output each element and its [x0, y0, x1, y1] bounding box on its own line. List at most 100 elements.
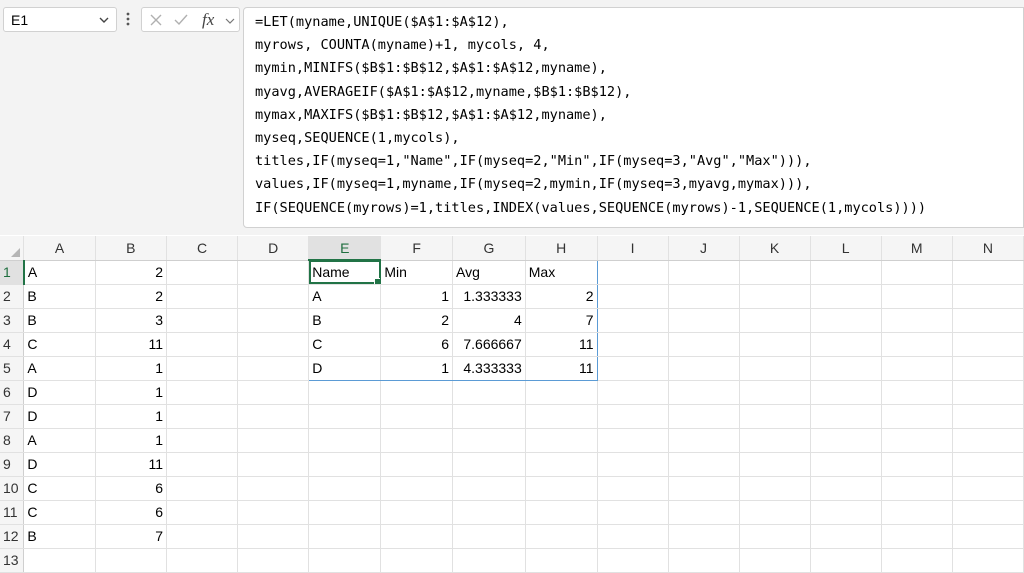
cell-g2[interactable]: 1.333333 — [452, 284, 526, 309]
insert-function-button[interactable]: fx — [202, 10, 214, 30]
cell-g4[interactable]: 7.666667 — [452, 332, 526, 357]
row-header-3[interactable]: 3 — [0, 308, 25, 333]
cell-a5[interactable]: A — [23, 356, 96, 381]
cell-f9[interactable] — [380, 452, 453, 477]
cell-e5[interactable]: D — [308, 356, 382, 381]
column-header-i[interactable]: I — [597, 236, 669, 261]
cell-m7[interactable] — [881, 404, 953, 429]
cell-b1[interactable]: 2 — [95, 260, 168, 285]
cell-m2[interactable] — [881, 284, 953, 309]
cell-a6[interactable]: D — [23, 380, 96, 405]
cell-i5[interactable] — [597, 356, 669, 381]
cell-l8[interactable] — [810, 428, 882, 453]
cell-f13[interactable] — [380, 548, 453, 573]
cell-i8[interactable] — [597, 428, 669, 453]
cell-g12[interactable] — [452, 524, 526, 549]
column-header-m[interactable]: M — [881, 236, 953, 261]
cell-d10[interactable] — [237, 476, 310, 501]
cell-m11[interactable] — [881, 500, 953, 525]
cell-f1[interactable]: Min — [380, 259, 453, 285]
cell-c12[interactable] — [166, 524, 239, 549]
cell-l10[interactable] — [810, 476, 882, 501]
chevron-down-icon[interactable] — [98, 14, 110, 26]
cell-l5[interactable] — [810, 356, 882, 381]
cell-k2[interactable] — [739, 284, 811, 309]
column-header-d[interactable]: D — [237, 236, 310, 261]
column-header-b[interactable]: B — [95, 236, 168, 261]
cell-e9[interactable] — [308, 452, 382, 477]
cell-c7[interactable] — [166, 404, 239, 429]
cell-f4[interactable]: 6 — [380, 332, 453, 357]
worksheet-grid[interactable]: ABCDEFGHIJKLMN 1 A 2 Name Min Avg Max 2 B 2 A 1 1.33… — [0, 236, 1024, 573]
cell-m4[interactable] — [881, 332, 953, 357]
cell-n6[interactable] — [952, 380, 1024, 405]
cell-a10[interactable]: C — [23, 476, 96, 501]
cell-j7[interactable] — [668, 404, 740, 429]
cell-d2[interactable] — [237, 284, 310, 309]
cell-g1[interactable]: Avg — [452, 259, 526, 285]
cell-b13[interactable] — [95, 548, 168, 573]
cell-a1[interactable]: A — [23, 260, 96, 285]
cell-e12[interactable] — [308, 524, 382, 549]
cell-b2[interactable]: 2 — [95, 284, 168, 309]
cell-e8[interactable] — [308, 428, 382, 453]
cell-n12[interactable] — [952, 524, 1024, 549]
cell-n9[interactable] — [952, 452, 1024, 477]
chevron-down-icon[interactable] — [225, 16, 235, 26]
cell-f12[interactable] — [380, 524, 453, 549]
cell-m8[interactable] — [881, 428, 953, 453]
cell-i4[interactable] — [597, 332, 669, 357]
column-header-g[interactable]: G — [452, 236, 526, 261]
cell-g3[interactable]: 4 — [452, 308, 526, 333]
cell-g7[interactable] — [452, 404, 526, 429]
cell-l13[interactable] — [810, 548, 882, 573]
row-header-1[interactable]: 1 — [0, 260, 25, 285]
cell-d9[interactable] — [237, 452, 310, 477]
row-header-5[interactable]: 5 — [0, 356, 25, 381]
cell-g11[interactable] — [452, 500, 526, 525]
row-header-13[interactable]: 13 — [0, 548, 25, 573]
cell-k12[interactable] — [739, 524, 811, 549]
cell-m1[interactable] — [881, 260, 953, 285]
cell-c13[interactable] — [166, 548, 239, 573]
cell-h9[interactable] — [525, 452, 598, 477]
cell-e1[interactable]: Name — [308, 259, 382, 285]
cell-c10[interactable] — [166, 476, 239, 501]
cell-n11[interactable] — [952, 500, 1024, 525]
cell-i7[interactable] — [597, 404, 669, 429]
cell-f11[interactable] — [380, 500, 453, 525]
cell-h8[interactable] — [525, 428, 598, 453]
cell-l4[interactable] — [810, 332, 882, 357]
cell-g10[interactable] — [452, 476, 526, 501]
cell-h10[interactable] — [525, 476, 598, 501]
cell-i12[interactable] — [597, 524, 669, 549]
cell-c4[interactable] — [166, 332, 239, 357]
cell-b5[interactable]: 1 — [95, 356, 168, 381]
cell-i1[interactable] — [597, 260, 669, 285]
cell-e11[interactable] — [308, 500, 382, 525]
cell-n1[interactable] — [952, 260, 1024, 285]
cell-l1[interactable] — [810, 260, 882, 285]
cell-a9[interactable]: D — [23, 452, 96, 477]
cell-a11[interactable]: C — [23, 500, 96, 525]
cell-c1[interactable] — [166, 260, 239, 285]
cell-n5[interactable] — [952, 356, 1024, 381]
row-header-10[interactable]: 10 — [0, 476, 25, 501]
formula-input[interactable]: =LET(myname,UNIQUE($A$1:$A$12), myrows, C… — [243, 7, 1024, 228]
cell-a7[interactable]: D — [23, 404, 96, 429]
cell-j3[interactable] — [668, 308, 740, 333]
cell-a3[interactable]: B — [23, 308, 96, 333]
cell-i10[interactable] — [597, 476, 669, 501]
cell-h11[interactable] — [525, 500, 598, 525]
cell-c11[interactable] — [166, 500, 239, 525]
row-header-11[interactable]: 11 — [0, 500, 25, 525]
cell-c3[interactable] — [166, 308, 239, 333]
cell-c2[interactable] — [166, 284, 239, 309]
column-header-h[interactable]: H — [525, 236, 598, 261]
cell-m10[interactable] — [881, 476, 953, 501]
cell-i3[interactable] — [597, 308, 669, 333]
cell-f6[interactable] — [380, 380, 453, 405]
cell-d4[interactable] — [237, 332, 310, 357]
cell-m6[interactable] — [881, 380, 953, 405]
cell-d6[interactable] — [237, 380, 310, 405]
